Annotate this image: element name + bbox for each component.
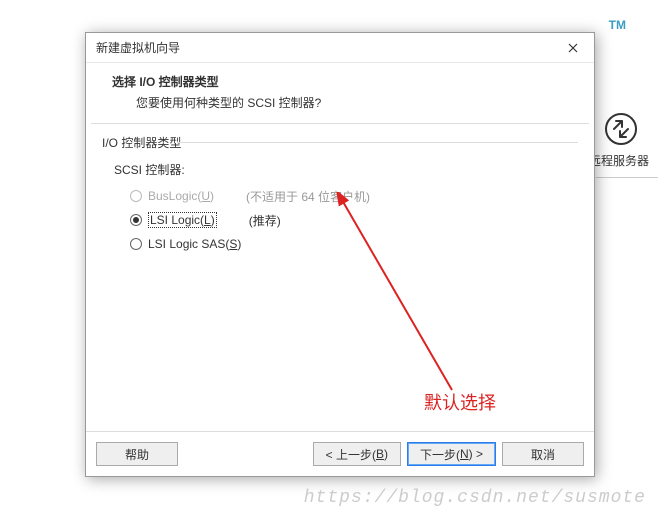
close-button[interactable]: [552, 33, 594, 63]
radio-note-lsi-logic: (推荐): [249, 212, 281, 229]
cancel-button[interactable]: 取消: [502, 442, 584, 466]
dialog-header: 选择 I/O 控制器类型 您要使用何种类型的 SCSI 控制器?: [86, 63, 594, 123]
radio-label-lsi-logic: LSI Logic(L): [148, 212, 217, 228]
header-subtitle: 您要使用何种类型的 SCSI 控制器?: [136, 94, 576, 111]
radio-note-buslogic: (不适用于 64 位客户机): [246, 188, 370, 205]
help-button[interactable]: 帮助: [96, 442, 178, 466]
dialog-body: I/O 控制器类型 SCSI 控制器: BusLogic(U) (不适用于 64…: [86, 124, 594, 431]
radio-icon: [130, 190, 142, 202]
close-icon: [568, 43, 578, 53]
radio-label-lsi-logic-sas: LSI Logic SAS(S): [148, 237, 241, 251]
group-line: [178, 142, 578, 143]
wizard-dialog: 新建虚拟机向导 选择 I/O 控制器类型 您要使用何种类型的 SCSI 控制器?…: [85, 32, 595, 477]
watermark-text: https://blog.csdn.net/susmote: [304, 488, 646, 508]
radio-lsi-logic[interactable]: LSI Logic(L) (推荐): [130, 210, 578, 230]
titlebar: 新建虚拟机向导: [86, 33, 594, 63]
radio-label-buslogic: BusLogic(U): [148, 189, 214, 203]
annotation-text: 默认选择: [424, 389, 496, 415]
remote-server-icon: [604, 112, 638, 149]
dialog-title: 新建虚拟机向导: [96, 39, 180, 56]
radio-icon: [130, 238, 142, 250]
radio-icon: [130, 214, 142, 226]
background-separator: [596, 177, 658, 178]
background-tm-text: TM: [609, 18, 626, 32]
radio-buslogic: BusLogic(U) (不适用于 64 位客户机): [130, 186, 578, 206]
header-title: 选择 I/O 控制器类型: [112, 73, 576, 90]
scsi-label: SCSI 控制器:: [114, 161, 578, 178]
next-button[interactable]: 下一步(N) >: [407, 442, 496, 466]
dialog-footer: 帮助 < 上一步(B) 下一步(N) > 取消: [86, 431, 594, 476]
remote-server-label: 远程服务器: [589, 152, 649, 169]
back-button[interactable]: < 上一步(B): [313, 442, 401, 466]
radio-lsi-logic-sas[interactable]: LSI Logic SAS(S): [130, 234, 578, 254]
